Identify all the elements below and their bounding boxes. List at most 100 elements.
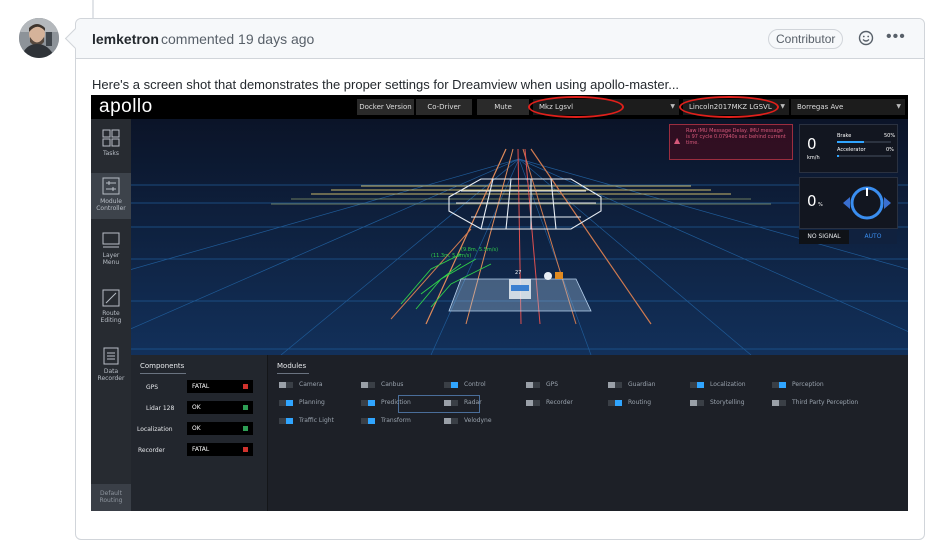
- toggle-switch: [608, 400, 622, 406]
- toggle-switch: [444, 400, 458, 406]
- module-label: Prediction: [381, 399, 411, 406]
- data-recorder-icon: [103, 347, 119, 365]
- toggle-switch: [361, 418, 375, 424]
- module-label: GPS: [546, 381, 559, 388]
- toggle-switch: [690, 400, 704, 406]
- speed-unit: km/h: [807, 155, 820, 161]
- accelerator-bar: [837, 155, 891, 157]
- driving-mode-status: AUTO: [849, 230, 897, 244]
- comment-header: lemketron commented 19 days ago Contribu…: [76, 19, 924, 59]
- sidebar-item-data-recorder[interactable]: Data Recorder: [91, 347, 131, 391]
- comment-timestamp[interactable]: commented 19 days ago: [161, 31, 314, 47]
- steering-value: 0: [807, 192, 817, 210]
- smiley-icon[interactable]: [858, 30, 874, 46]
- accelerator-bar-fill: [837, 155, 839, 157]
- module-label: Radar: [464, 399, 482, 406]
- module-label: Storytelling: [710, 399, 745, 406]
- module-label: Recorder: [546, 399, 573, 406]
- scene-label: (9.8m, 5.5m/s): [461, 247, 498, 253]
- module-label: Guardian: [628, 381, 656, 388]
- accelerator-value: 0%: [886, 147, 894, 153]
- module-label: Transform: [381, 417, 411, 424]
- component-status: FATAL: [187, 380, 253, 393]
- module-label: Velodyne: [464, 417, 492, 424]
- toggle-switch: [279, 418, 293, 424]
- brake-value: 50%: [884, 133, 896, 139]
- kebab-horizontal-icon[interactable]: •••: [886, 28, 906, 46]
- chevron-down-icon: ▼: [896, 103, 901, 110]
- module-label: Perception: [792, 381, 824, 388]
- comment-body: Here's a screen shot that demonstrates t…: [92, 77, 680, 92]
- docker-version-button[interactable]: Docker Version: [357, 99, 414, 115]
- comment-author[interactable]: lemketron: [92, 31, 159, 47]
- brake-label: Brake: [837, 133, 852, 139]
- brake-bar-fill: [837, 141, 864, 143]
- modules-title: Modules: [277, 362, 309, 374]
- toggle-switch: [444, 382, 458, 388]
- toggle-switch: [690, 382, 704, 388]
- highlight-oval-vehicle: [679, 96, 779, 118]
- default-routing-label: Default Routing: [99, 490, 123, 504]
- co-driver-button[interactable]: Co-Driver: [416, 99, 472, 115]
- component-status-text: OK: [192, 404, 201, 411]
- steering-panel: 0 %: [799, 177, 898, 229]
- default-routing-button[interactable]: Default Routing: [91, 484, 131, 511]
- imu-alert-banner: ▲ Raw IMU Message Delay. IMU message is …: [669, 124, 793, 160]
- module-label: Localization: [710, 381, 746, 388]
- chevron-down-icon: ▼: [670, 103, 675, 110]
- module-controller-icon: [102, 177, 120, 195]
- alert-text: Raw IMU Message Delay. IMU message is 97…: [686, 128, 786, 146]
- avatar[interactable]: [19, 18, 59, 58]
- accelerator-label: Accelerator: [837, 147, 866, 153]
- dreamview-screenshot: apollo Docker Version Co-Driver Mute Mkz…: [91, 95, 908, 511]
- status-dot: [243, 384, 248, 389]
- toggle-switch: [772, 400, 786, 406]
- module-label: Traffic Light: [299, 417, 334, 424]
- toggle-switch: [279, 400, 293, 406]
- toggle-switch: [526, 400, 540, 406]
- component-status-text: FATAL: [192, 383, 210, 390]
- status-dot: [243, 447, 248, 452]
- module-label: Routing: [628, 399, 652, 406]
- module-label: Control: [464, 381, 486, 388]
- toggle-switch: [526, 382, 540, 388]
- sidebar-item-module-controller[interactable]: Module Controller: [91, 173, 131, 219]
- component-status-text: FATAL: [192, 446, 210, 453]
- warning-icon: ▲: [674, 136, 681, 145]
- sidebar-item-label: Tasks: [102, 150, 120, 157]
- module-label: Planning: [299, 399, 325, 406]
- components-title: Components: [140, 362, 186, 374]
- contributor-badge: Contributor: [768, 29, 844, 49]
- sidebar-item-tasks[interactable]: Tasks: [91, 129, 131, 167]
- module-label: Third Party Perception: [792, 399, 859, 406]
- toggle-switch: [279, 382, 293, 388]
- timeline-line: [92, 0, 94, 18]
- route-editing-icon: [102, 289, 120, 307]
- component-name: GPS: [146, 384, 159, 391]
- module-label: Camera: [299, 381, 323, 388]
- sidebar-item-label: Route Editing: [100, 310, 122, 324]
- sidebar-item-label: Layer Menu: [102, 252, 120, 266]
- dreamview-topbar: apollo Docker Version Co-Driver Mute Mkz…: [91, 95, 908, 119]
- chevron-down-icon: ▼: [780, 103, 785, 110]
- steering-unit: %: [818, 202, 823, 208]
- toggle-switch: [444, 418, 458, 424]
- speed-value: 0: [807, 135, 817, 153]
- sidebar-item-route-editing[interactable]: Route Editing: [91, 289, 131, 333]
- highlight-oval-mode: [528, 96, 624, 118]
- avatar-photo: [19, 18, 59, 58]
- component-name: Localization: [137, 426, 173, 433]
- layer-menu-icon: [102, 232, 120, 248]
- dreamview-sidebar: Tasks Module Controller Layer Menu Route…: [91, 119, 131, 511]
- toggle-switch: [361, 400, 375, 406]
- components-panel: Components GPS FATAL Lidar 128 OK Locali…: [131, 355, 268, 511]
- steering-wheel-icon: [843, 186, 891, 220]
- map-select[interactable]: Borregas Ave ▼: [791, 99, 905, 115]
- speed-panel: 0 km/h Brake 50% Accelerator 0%: [799, 124, 898, 173]
- toggle-switch: [608, 382, 622, 388]
- component-status: OK: [187, 401, 253, 414]
- sidebar-item-layer-menu[interactable]: Layer Menu: [91, 231, 131, 275]
- component-status: FATAL: [187, 443, 253, 456]
- component-status-text: OK: [192, 425, 201, 432]
- mute-button[interactable]: Mute: [477, 99, 529, 115]
